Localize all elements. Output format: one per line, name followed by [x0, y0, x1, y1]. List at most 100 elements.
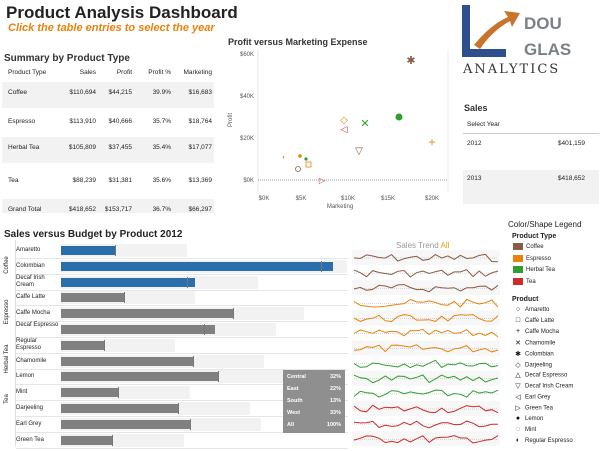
legend-product-label: Green Tea [525, 405, 553, 412]
region-row[interactable]: South 13% [283, 398, 345, 409]
bar-row[interactable]: Caffe Mocha [0, 305, 348, 323]
sales-bar[interactable] [61, 419, 190, 429]
summary-cell: $18,764 [188, 118, 213, 125]
sales-bar[interactable] [61, 340, 104, 350]
sales-bar[interactable] [61, 277, 196, 287]
summary-cell: $110,694 [69, 89, 96, 96]
bar-row[interactable]: Amaretto [0, 242, 348, 259]
budget-marker [321, 260, 323, 272]
legend-product-label: Caffe Mocha [525, 328, 559, 335]
scatter-xtick: $10K [341, 196, 355, 202]
legend-product-item[interactable]: ◁ Earl Grey [513, 393, 550, 402]
bar-row[interactable]: Regular Espresso [0, 337, 348, 354]
legend-product-item[interactable]: △ Decaf Espresso [513, 371, 567, 380]
bar-label: Chamomile [16, 357, 47, 364]
bar-row[interactable]: Chamomile [0, 353, 348, 370]
point-colombian[interactable]: ✱ [406, 55, 415, 67]
bar-row[interactable]: Colombian [0, 258, 348, 275]
bar-label: Lemon [16, 373, 35, 380]
bar-row[interactable]: Green Tea [0, 432, 348, 449]
sparkline-row-bg [352, 250, 500, 266]
legend-product-item[interactable]: + Caffe Mocha [513, 328, 559, 337]
legend-product-item[interactable]: ◇ Darjeeling [513, 361, 552, 370]
legend-product-item[interactable]: ▽ Decaf Irish Cream [513, 382, 573, 391]
budget-marker [186, 276, 188, 288]
summary-table: Product Type Sales Profit Profit % Marketing… [2, 64, 214, 222]
legend-product-item[interactable]: □ Caffe Latte [513, 317, 554, 326]
legend-product-label: Darjeeling [525, 362, 553, 369]
region-row[interactable]: Central 32% [283, 374, 345, 385]
legend-type-item[interactable]: Tea [513, 277, 536, 287]
point-lemon[interactable] [395, 113, 403, 121]
sparkline-row-bg [352, 280, 500, 296]
region-row[interactable]: West 33% [283, 410, 345, 421]
legend-type-item[interactable]: Herbal Tea [513, 266, 555, 275]
sales-trend-all[interactable]: All [440, 241, 449, 250]
legend-product-title: Product [512, 296, 539, 303]
point-darjeeling[interactable] [304, 157, 308, 161]
bar-label: Amaretto [16, 247, 41, 253]
sales-year: 2012 [467, 140, 482, 147]
sales-bar[interactable] [61, 261, 333, 271]
scatter-xtick: $20K [425, 196, 439, 202]
sales-year-row[interactable]: 2013 $418,652 [463, 170, 599, 204]
summary-row[interactable]: Tea $88,239 $31,381 35.6% $13,369 [2, 170, 214, 196]
point-green-tea[interactable]: ▷ [319, 176, 326, 185]
point-decaf-irish-cream[interactable]: ▽ [355, 146, 363, 157]
scatter-ytick: $0K [243, 178, 254, 184]
dashboard-title: Product Analysis Dashboard [6, 3, 238, 22]
sales-bar[interactable] [61, 309, 233, 319]
legend-product-item[interactable]: ◐ Regular Espresso [513, 437, 573, 446]
svg-text:◐: ◐ [282, 155, 286, 161]
region-filter[interactable]: Central 32% East 22% South 13% West 33% All 100% [283, 370, 345, 433]
region-row[interactable]: All 100% [283, 422, 345, 433]
summary-total-row[interactable]: Grand Total $418,652 $153,717 36.7% $66,297 [2, 199, 214, 213]
legend-product-item[interactable]: ▷ Green Tea [513, 404, 553, 413]
summary-row[interactable]: Coffee $110,694 $44,215 39.9% $16,683 [2, 82, 214, 108]
point-amaretto[interactable] [295, 166, 301, 172]
bar-row[interactable]: Caffe Latte [0, 289, 348, 307]
legend-product-item[interactable]: ○ Amaretto [513, 306, 549, 315]
sales-bar[interactable] [61, 404, 179, 413]
sales-bar[interactable] [61, 325, 216, 334]
legend-shape-icon: ◇ [515, 361, 521, 369]
legend-title: Color/Shape Legend [508, 220, 582, 229]
legend-type-item[interactable]: Espresso [513, 254, 551, 264]
sales-year-row[interactable]: 2012 $401,159 [463, 135, 599, 169]
sales-bar[interactable] [61, 356, 193, 366]
point-earl-grey[interactable]: ◁ [341, 124, 348, 134]
summary-row[interactable]: Espresso $113,910 $40,666 35.7% $18,764 [2, 111, 214, 137]
summary-cell: $113,910 [69, 118, 96, 125]
legend-product-item[interactable]: ✱ Colombian [513, 350, 554, 359]
legend-type-label: Herbal Tea [526, 267, 555, 274]
region-pct: 13% [329, 398, 341, 404]
legend-shape-icon: ▽ [515, 383, 521, 391]
legend-shape-icon: ◐ [515, 436, 521, 444]
bar-row[interactable]: Decaf Irish Cream [0, 274, 348, 291]
point-caffe-mocha[interactable]: + [428, 135, 435, 149]
summary-cell: $31,381 [108, 177, 133, 184]
sales-bar[interactable] [61, 246, 116, 255]
legend-product-item[interactable]: ✕ Chamomile [513, 339, 555, 348]
legend-type-item[interactable]: Coffee [513, 243, 544, 252]
legend-shape-icon: △ [515, 372, 521, 380]
point-chamomile[interactable]: ✕ [360, 118, 369, 130]
legend-product-item[interactable]: ◌ Mint [513, 426, 536, 435]
summary-cell: Herbal Tea [8, 144, 40, 151]
sales-bar[interactable] [61, 435, 113, 445]
point-caffe-latte[interactable] [305, 161, 312, 168]
bar-row[interactable]: Decaf Espresso [0, 321, 348, 338]
region-row[interactable]: East 22% [283, 386, 345, 397]
sales-bar[interactable] [61, 293, 124, 303]
point-regular-espresso[interactable]: ◐ [282, 155, 286, 161]
logo-wordmark: ANALYTICS [463, 62, 561, 77]
sales-bar[interactable] [61, 388, 119, 398]
sparkline-row-bg [352, 401, 500, 417]
sales-divider [463, 133, 599, 134]
svg-text:◁: ◁ [341, 124, 348, 134]
summary-header-row: Product Type Sales Profit Profit % Marketing [2, 69, 214, 79]
summary-row[interactable]: Herbal Tea $105,809 $37,455 35.4% $17,077 [2, 137, 214, 163]
point-mint[interactable] [298, 154, 302, 158]
sales-bar[interactable] [61, 372, 219, 382]
legend-product-item[interactable]: ● Lemon [513, 415, 543, 424]
